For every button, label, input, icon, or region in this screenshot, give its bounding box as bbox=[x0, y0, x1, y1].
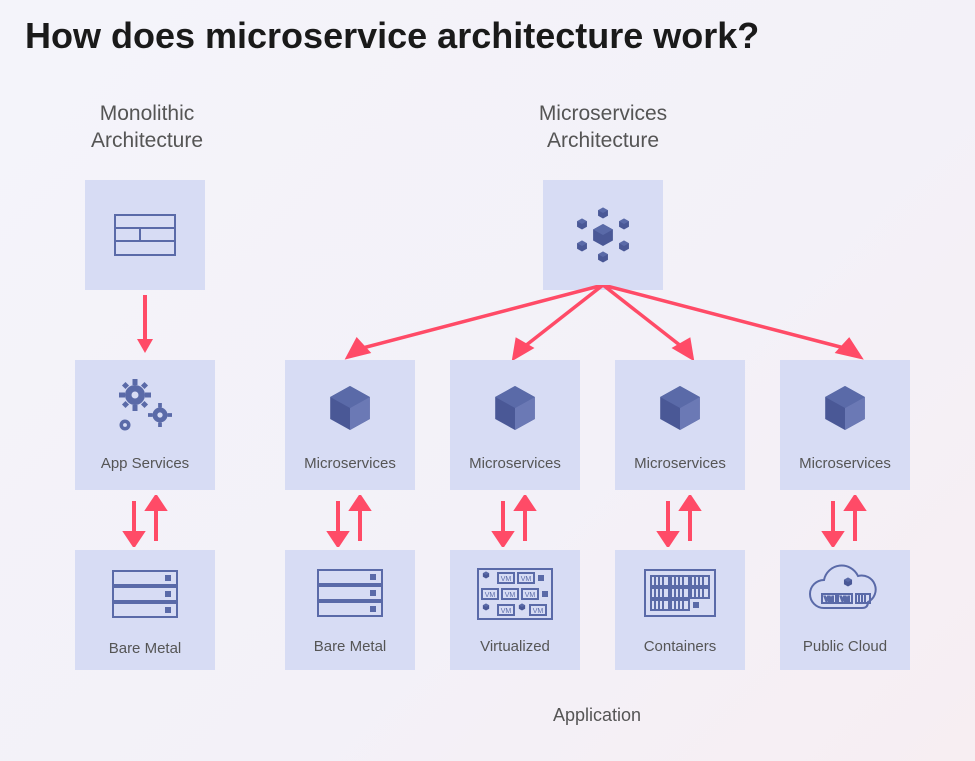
microservice-label-4: Microservices bbox=[799, 455, 891, 478]
microservice-box-1: Microservices bbox=[285, 360, 415, 490]
svg-text:VM: VM bbox=[521, 576, 532, 583]
cube-icon bbox=[485, 378, 545, 438]
bidirectional-arrow-icon bbox=[318, 495, 380, 547]
monolithic-heading-line1: Monolithic bbox=[100, 102, 195, 125]
virtual-machines-icon: VM VM VM VM VM VM VM bbox=[472, 563, 558, 625]
svg-text:VM: VM bbox=[525, 592, 536, 599]
infra-virtualized-box: VM VM VM VM VM VM VM Virtualized bbox=[450, 550, 580, 670]
svg-text:VM: VM bbox=[501, 608, 512, 615]
microservice-label-1: Microservices bbox=[304, 455, 396, 478]
infra-public-cloud-box: VM VM Public Cloud bbox=[780, 550, 910, 670]
bidirectional-arrow-icon bbox=[483, 495, 545, 547]
mono-bare-metal-label: Bare Metal bbox=[109, 640, 182, 663]
infra-virtualized-label: Virtualized bbox=[480, 638, 550, 661]
application-footer-label: Application bbox=[553, 705, 641, 726]
svg-text:VM: VM bbox=[533, 608, 544, 615]
page-title: How does microservice architecture work? bbox=[25, 15, 759, 57]
microservice-label-3: Microservices bbox=[634, 455, 726, 478]
infra-bare-metal-label: Bare Metal bbox=[314, 638, 387, 661]
cube-icon bbox=[815, 378, 875, 438]
bidirectional-arrow-icon bbox=[114, 495, 176, 547]
microservice-label-2: Microservices bbox=[469, 455, 561, 478]
app-services-label: App Services bbox=[101, 455, 189, 478]
mono-bare-metal-box: Bare Metal bbox=[75, 550, 215, 670]
microservice-box-2: Microservices bbox=[450, 360, 580, 490]
microservice-box-4: Microservices bbox=[780, 360, 910, 490]
microservice-box-3: Microservices bbox=[615, 360, 745, 490]
infra-containers-label: Containers bbox=[644, 638, 717, 661]
infra-containers-box: Containers bbox=[615, 550, 745, 670]
svg-text:VM: VM bbox=[505, 592, 516, 599]
svg-text:VM: VM bbox=[485, 592, 496, 599]
cube-icon bbox=[320, 378, 380, 438]
cube-icon bbox=[650, 378, 710, 438]
microservices-heading-line1: Microservices bbox=[539, 102, 667, 125]
bidirectional-arrow-icon bbox=[648, 495, 710, 547]
bidirectional-arrow-icon bbox=[813, 495, 875, 547]
gears-icon bbox=[105, 373, 185, 443]
monolith-app-icon-box bbox=[85, 180, 205, 290]
diverging-arrows-icon bbox=[280, 285, 940, 365]
server-icon bbox=[105, 565, 185, 625]
monolithic-heading-line2: Architecture bbox=[91, 129, 203, 152]
infra-bare-metal-box: Bare Metal bbox=[285, 550, 415, 670]
microservices-cluster-box bbox=[543, 180, 663, 290]
microservices-heading: Microservices Architecture bbox=[508, 100, 698, 155]
cloud-icon: VM VM bbox=[800, 562, 890, 626]
containers-icon bbox=[637, 564, 723, 624]
svg-text:VM: VM bbox=[825, 597, 834, 603]
server-icon bbox=[310, 564, 390, 624]
arrow-down-icon bbox=[134, 295, 156, 355]
microservices-heading-line2: Architecture bbox=[547, 129, 659, 152]
svg-text:VM: VM bbox=[841, 597, 850, 603]
monolithic-heading: Monolithic Architecture bbox=[77, 100, 217, 155]
infra-public-cloud-label: Public Cloud bbox=[803, 638, 887, 661]
svg-text:VM: VM bbox=[501, 576, 512, 583]
app-services-box: App Services bbox=[75, 360, 215, 490]
layered-block-icon bbox=[110, 210, 180, 260]
hex-cluster-icon bbox=[558, 195, 648, 275]
